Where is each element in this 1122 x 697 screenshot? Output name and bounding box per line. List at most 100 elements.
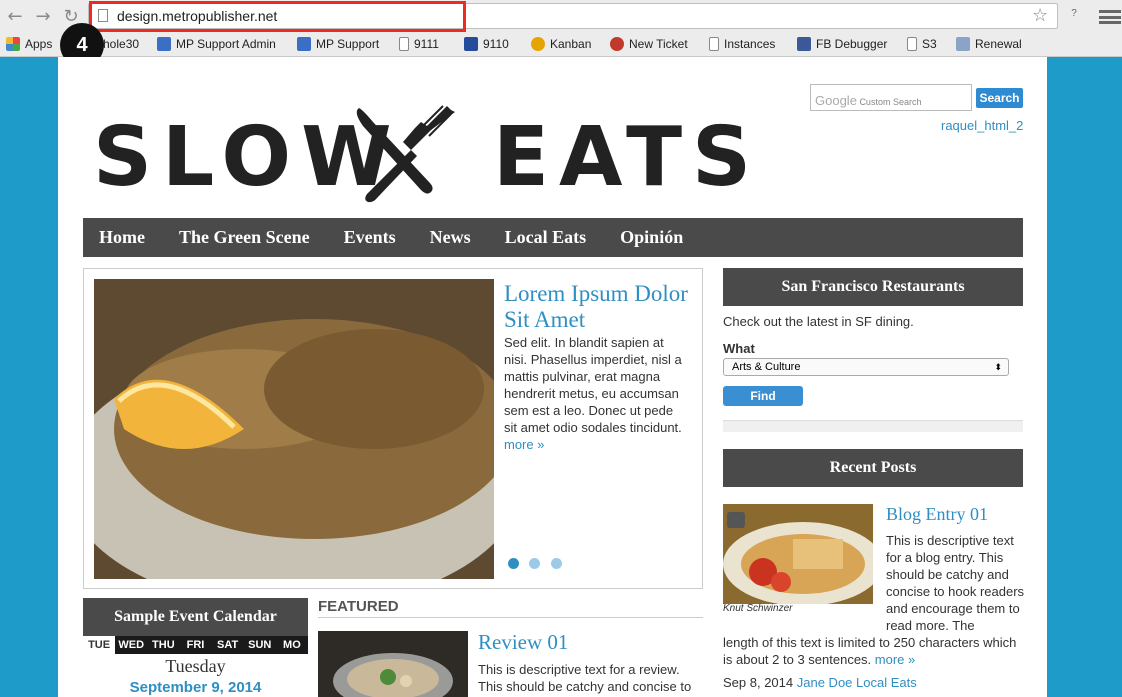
kanban-icon — [531, 37, 545, 51]
slide-title[interactable]: Lorem Ipsum Dolor Sit Amet — [504, 281, 694, 333]
bookmark-label: Kanban — [550, 37, 592, 51]
bookmark-label: MP Support Admin — [176, 37, 276, 51]
slider-dot-3[interactable] — [551, 558, 562, 569]
bookmark-label: Apps — [25, 37, 53, 51]
bookmark-label: 9110 — [483, 37, 509, 51]
review-title[interactable]: Review 01 — [478, 630, 568, 655]
restaurants-title: San Francisco Restaurants — [723, 268, 1023, 306]
nav-green-scene[interactable]: The Green Scene — [179, 227, 310, 248]
bookmark-apps[interactable]: Apps — [6, 37, 52, 51]
review-thumbnail[interactable] — [318, 631, 468, 697]
bookmark-instances[interactable]: Instances — [709, 37, 775, 51]
bookmark-label: hole30 — [103, 37, 140, 51]
day-thu[interactable]: THU — [147, 636, 179, 654]
web-page: SLOW EATS Google Custom Search Search ra… — [58, 57, 1047, 697]
what-label: What — [723, 341, 755, 356]
site-logo[interactable]: SLOW EATS — [93, 102, 751, 217]
bookmark-label: Renewal — [975, 37, 1022, 51]
event-calendar: Sample Event Calendar TUE WED THU FRI SA… — [83, 598, 308, 696]
recent-posts-widget: Recent Posts Knut Schwinzer Blog Entry 0… — [723, 449, 1025, 697]
bookmark-star-icon[interactable]: ☆ — [1032, 5, 1048, 26]
mp-icon — [157, 37, 171, 51]
bookmark-renewal[interactable]: Renewal — [956, 37, 1022, 51]
google-brand: Google — [815, 93, 857, 108]
post-date: Sep 8, 2014 — [723, 675, 794, 690]
bookmark-9111[interactable]: 9111 — [399, 37, 439, 51]
search-placeholder: Custom Search — [859, 97, 922, 107]
url-highlight — [89, 1, 466, 32]
menu-icon[interactable] — [1099, 10, 1121, 24]
bookmark-s3[interactable]: S3 — [907, 37, 937, 51]
restaurants-widget: San Francisco Restaurants Check out the … — [723, 268, 1023, 432]
apps-grid-icon — [6, 37, 20, 51]
bookmark-new-ticket[interactable]: New Ticket — [610, 37, 688, 51]
day-mon[interactable]: MO — [276, 636, 308, 654]
nav-home[interactable]: Home — [99, 227, 145, 248]
photo-caption: Knut Schwinzer — [723, 603, 793, 614]
restaurants-intro: Check out the latest in SF dining. — [723, 314, 914, 329]
post-author-link[interactable]: Jane Doe Local Eats — [797, 675, 917, 690]
day-sun[interactable]: SUN — [244, 636, 276, 654]
folder-icon — [956, 37, 970, 51]
nav-opinion[interactable]: Opinión — [620, 227, 683, 248]
day-tue[interactable]: TUE — [83, 636, 116, 654]
forward-icon[interactable]: → — [32, 6, 54, 28]
search-input[interactable]: Google Custom Search — [810, 84, 972, 111]
slide-more-link[interactable]: more » — [504, 437, 544, 452]
widget-divider — [723, 420, 1023, 432]
recent-posts-title: Recent Posts — [723, 449, 1023, 487]
calendar-title: Sample Event Calendar — [83, 598, 308, 636]
main-nav: Home The Green Scene Events News Local E… — [83, 218, 1023, 257]
bookmark-fb-debugger[interactable]: FB Debugger — [797, 37, 887, 51]
nav-local-eats[interactable]: Local Eats — [505, 227, 587, 248]
slide-body: Sed elit. In blandit sapien at nisi. Pha… — [504, 335, 682, 435]
browser-chrome: ← → ↻ design.metropublisher.net ☆ ? Apps… — [0, 0, 1122, 57]
featured-slider: Lorem Ipsum Dolor Sit Amet Sed elit. In … — [83, 268, 703, 589]
post-more-link[interactable]: more » — [875, 652, 915, 667]
bookmark-label: New Ticket — [629, 37, 688, 51]
mp-icon — [297, 37, 311, 51]
day-fri[interactable]: FRI — [179, 636, 211, 654]
bookmark-hole30[interactable]: hole30 — [103, 37, 139, 51]
bookmark-kanban[interactable]: Kanban — [531, 37, 591, 51]
bookmark-label: MP Support — [316, 37, 380, 51]
slider-dot-1[interactable] — [508, 558, 519, 569]
slide-image[interactable] — [94, 279, 494, 579]
post-excerpt-tail: length of this text is limited to 250 ch… — [723, 635, 1017, 667]
extension-icon[interactable]: ? — [1064, 8, 1084, 24]
bookmark-label: FB Debugger — [816, 37, 888, 51]
review-excerpt: This is descriptive text for a review. T… — [478, 662, 692, 694]
mp-icon — [464, 37, 478, 51]
nav-news[interactable]: News — [430, 227, 471, 248]
bookmark-mp-support[interactable]: MP Support — [297, 37, 379, 51]
day-sat[interactable]: SAT — [212, 636, 244, 654]
post-meta: Sep 8, 2014 Jane Doe Local Eats — [723, 675, 917, 690]
slide-text: Sed elit. In blandit sapien at nisi. Pha… — [504, 334, 684, 453]
find-button[interactable]: Find — [723, 386, 803, 406]
category-select[interactable]: Arts & Culture ⬍ — [723, 358, 1009, 376]
day-wed[interactable]: WED — [115, 636, 147, 654]
fork-knife-icon — [356, 105, 455, 203]
bookmark-9110[interactable]: 9110 — [464, 37, 509, 51]
bookmark-mp-support-admin[interactable]: MP Support Admin — [157, 37, 276, 51]
nav-events[interactable]: Events — [344, 227, 396, 248]
post-excerpt: This is descriptive text for a blog entr… — [886, 533, 1025, 633]
calendar-weekday: Tuesday — [165, 656, 226, 676]
bookmark-label: S3 — [922, 37, 937, 51]
post-title[interactable]: Blog Entry 01 — [886, 504, 988, 525]
category-selected: Arts & Culture — [732, 361, 801, 373]
search-button[interactable]: Search — [976, 88, 1023, 108]
post-thumbnail[interactable] — [723, 504, 873, 604]
bookmark-label: 9111 — [414, 37, 439, 51]
bookmarks-bar: Apps hole30 MP Support Admin MP Support … — [0, 34, 1122, 56]
calendar-date[interactable]: September 9, 2014 — [83, 679, 308, 696]
bookmark-label: Instances — [724, 37, 776, 51]
post-excerpt-continued: length of this text is limited to 250 ch… — [723, 634, 1023, 668]
user-link[interactable]: raquel_html_2 — [941, 118, 1023, 133]
page-icon — [399, 37, 409, 51]
logo-word-right: EATS — [493, 110, 762, 205]
slider-dot-2[interactable] — [529, 558, 540, 569]
back-icon[interactable]: ← — [4, 6, 26, 28]
select-arrows-icon: ⬍ — [994, 362, 1002, 372]
page-icon — [709, 37, 719, 51]
